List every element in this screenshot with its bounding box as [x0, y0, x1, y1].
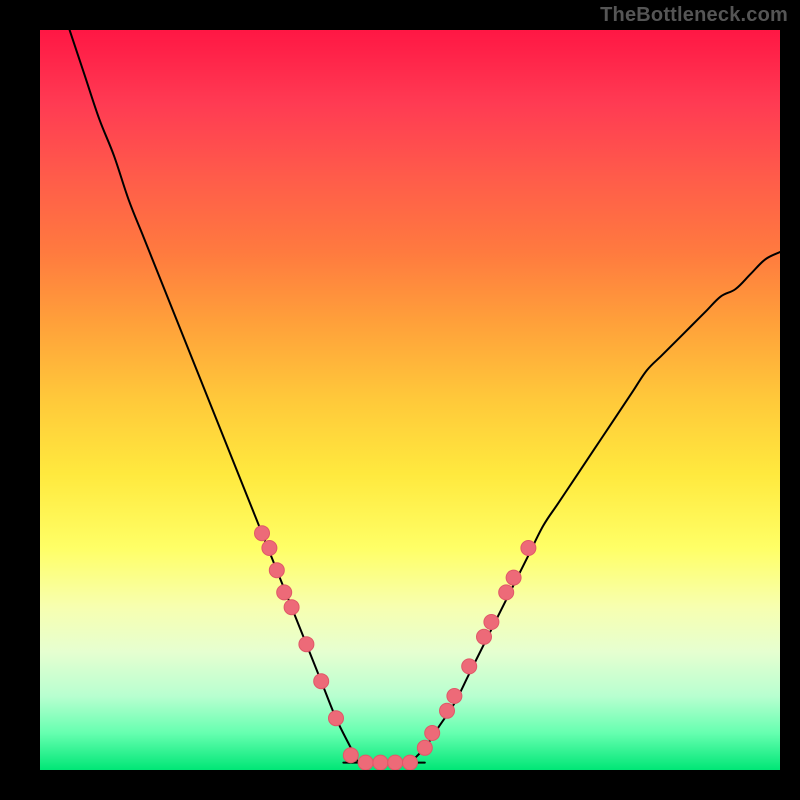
attribution-text: TheBottleneck.com	[600, 4, 788, 27]
series-group	[70, 30, 780, 763]
data-marker	[329, 711, 344, 726]
data-marker	[484, 615, 499, 630]
chart-svg	[40, 30, 780, 770]
data-marker	[388, 755, 403, 770]
data-marker	[462, 659, 477, 674]
data-marker	[440, 703, 455, 718]
series-right-curve	[410, 252, 780, 763]
data-marker	[358, 755, 373, 770]
data-marker	[506, 570, 521, 585]
data-marker	[425, 726, 440, 741]
series-left-curve	[70, 30, 359, 763]
data-marker	[284, 600, 299, 615]
data-marker	[447, 689, 462, 704]
data-marker	[299, 637, 314, 652]
data-marker	[477, 629, 492, 644]
chart-frame: TheBottleneck.com	[0, 0, 800, 800]
plot-area	[40, 30, 780, 770]
marker-group	[255, 526, 536, 770]
data-marker	[499, 585, 514, 600]
data-marker	[373, 755, 388, 770]
data-marker	[314, 674, 329, 689]
data-marker	[255, 526, 270, 541]
data-marker	[343, 748, 358, 763]
data-marker	[262, 541, 277, 556]
data-marker	[521, 541, 536, 556]
data-marker	[269, 563, 284, 578]
data-marker	[417, 740, 432, 755]
data-marker	[403, 755, 418, 770]
data-marker	[277, 585, 292, 600]
